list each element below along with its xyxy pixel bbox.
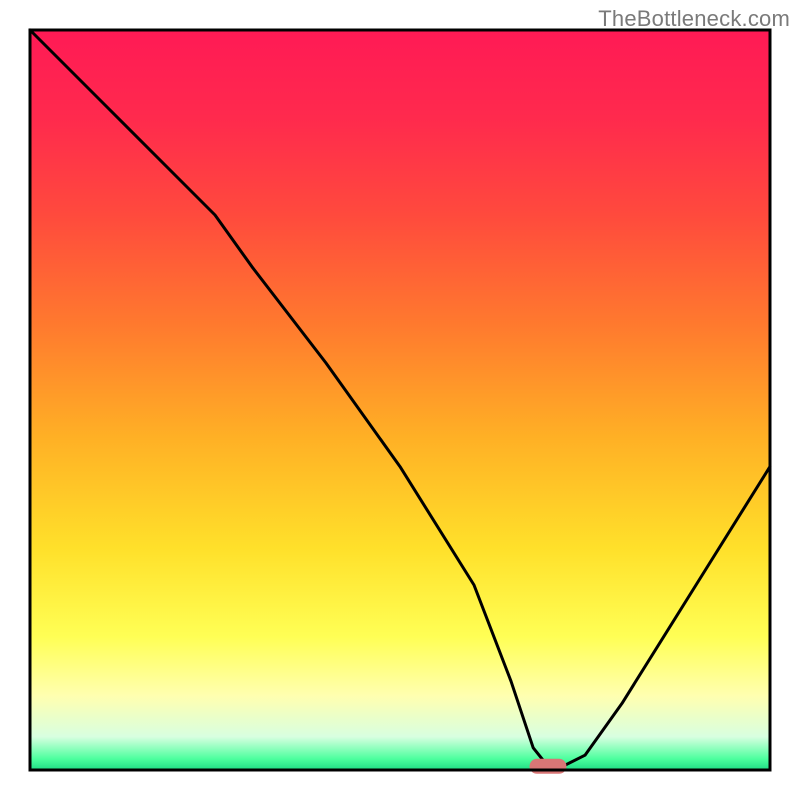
bottleneck-chart	[0, 0, 800, 800]
chart-container: TheBottleneck.com	[0, 0, 800, 800]
